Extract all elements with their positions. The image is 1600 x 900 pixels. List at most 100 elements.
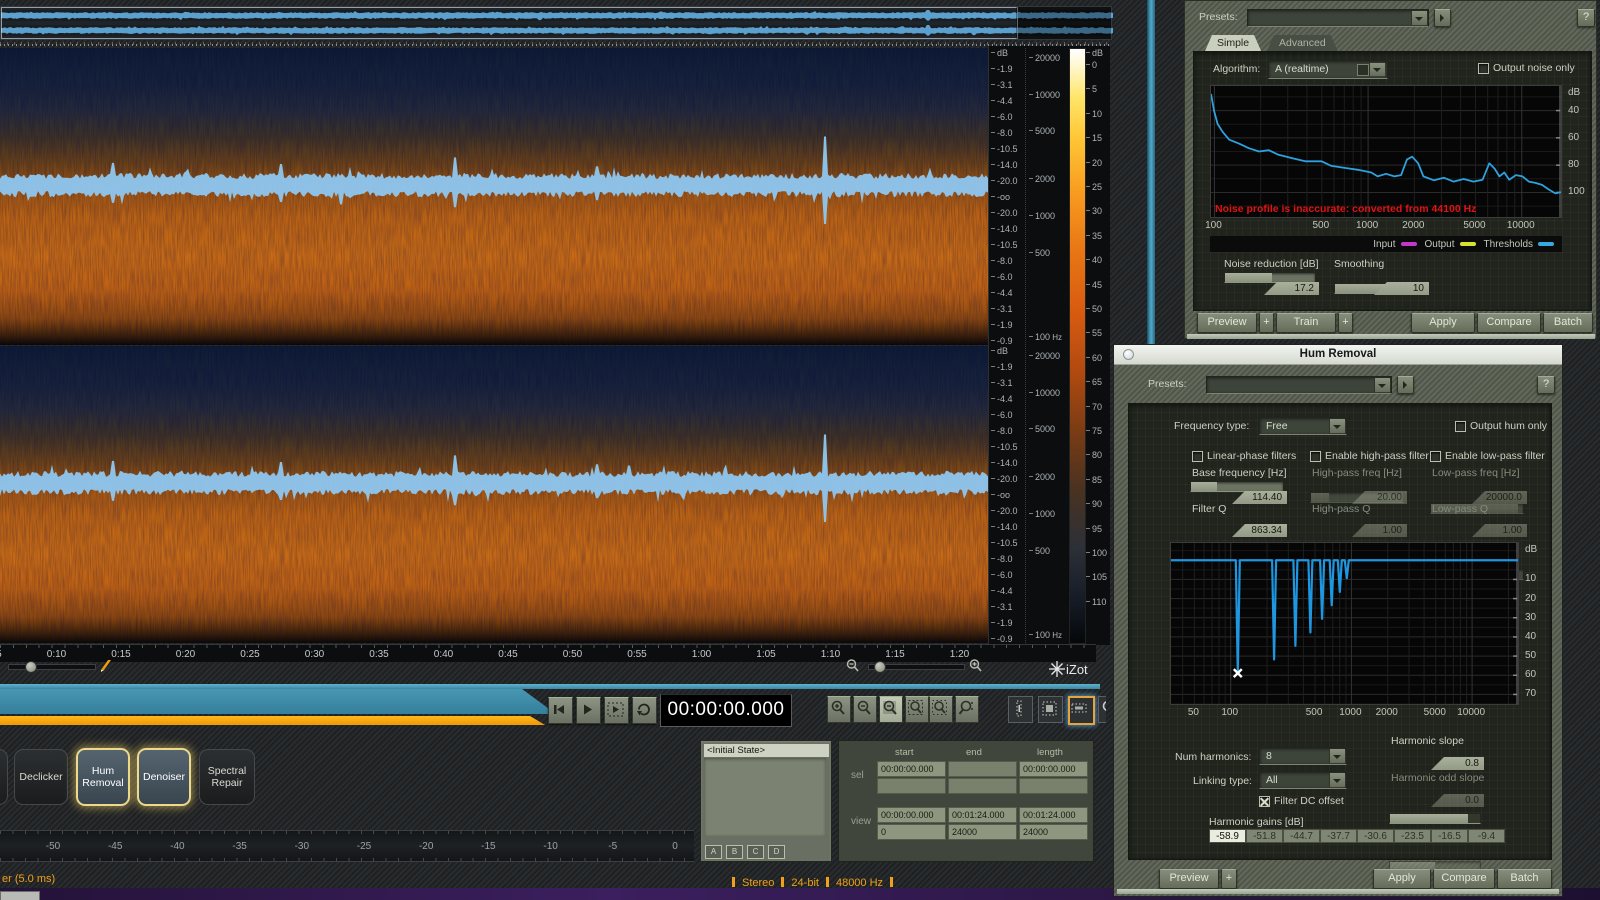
zoom-selection-button[interactable]	[905, 696, 929, 723]
output-noise-only-checkbox-row[interactable]: Output noise only	[1478, 62, 1575, 74]
hum-help-button[interactable]: ?	[1537, 376, 1555, 394]
zoom-out-icon[interactable]	[845, 658, 861, 674]
denoiser-preview-plus-button[interactable]: +	[1259, 313, 1274, 333]
wave-vzoom-slider[interactable]	[8, 664, 96, 670]
module-spectral-repair[interactable]: Spectral Repair	[199, 749, 255, 805]
zoom-in-icon[interactable]	[968, 658, 984, 674]
output-hum-only-checkbox[interactable]	[1455, 421, 1466, 432]
selection-table-cell[interactable]: 00:00:00.000	[877, 761, 946, 777]
overview-strip[interactable]	[0, 6, 1112, 40]
denoiser-train-button[interactable]: Train	[1276, 313, 1336, 333]
denoiser-help-button[interactable]: ?	[1577, 9, 1595, 27]
play-button[interactable]	[576, 697, 601, 724]
hum-apply-button[interactable]: Apply	[1373, 869, 1431, 889]
denoiser-apply-button[interactable]: Apply	[1411, 313, 1475, 333]
linear-phase-checkbox[interactable]	[1192, 451, 1203, 462]
zoom-in-time-button[interactable]	[827, 696, 851, 723]
base-frequency-value[interactable]: 114.40	[1232, 491, 1287, 504]
play-selection-button[interactable]	[604, 697, 629, 724]
selection-table-cell[interactable]	[1019, 778, 1088, 794]
num-harmonics-arrow-icon[interactable]	[1329, 749, 1345, 763]
denoiser-presets-dropdown[interactable]	[1247, 9, 1429, 27]
hum-presets-menu-button[interactable]	[1397, 376, 1414, 394]
num-harmonics-dropdown[interactable]: 8	[1259, 747, 1347, 765]
history-slot-d[interactable]: D	[768, 845, 785, 859]
linking-type-dropdown[interactable]: All	[1259, 771, 1347, 789]
selection-table-cell[interactable]: 00:01:24.000	[1019, 807, 1088, 823]
select-time-frequency-mode-button[interactable]	[1038, 696, 1063, 723]
go-to-start-button[interactable]	[548, 697, 573, 724]
spectrogram-channel-left[interactable]	[0, 48, 990, 345]
selection-table-cell[interactable]	[877, 778, 946, 794]
output-noise-only-checkbox[interactable]	[1478, 63, 1489, 74]
harmonic-gain-cell[interactable]: -9.4	[1468, 829, 1505, 843]
hum-presets-dropdown[interactable]	[1206, 376, 1392, 394]
module-denoiser[interactable]: Denoiser	[137, 748, 191, 806]
history-slot-c[interactable]: C	[747, 845, 764, 859]
history-slot-a[interactable]: A	[705, 845, 722, 859]
harmonic-gain-cell[interactable]: -16.5	[1431, 829, 1468, 843]
pencil-icon[interactable]	[98, 658, 114, 672]
spectrogram-channel-right[interactable]	[0, 346, 990, 643]
hum-title-bar[interactable]: Hum Removal	[1114, 345, 1562, 365]
denoiser-tab-simple[interactable]: Simple	[1205, 35, 1261, 51]
harmonic-slope-value[interactable]: 0.8	[1431, 757, 1484, 770]
selection-table-cell[interactable]: 24000	[1019, 824, 1088, 840]
history-list[interactable]	[704, 758, 826, 836]
vzoom-knob[interactable]	[25, 661, 37, 673]
high-pass-q-value[interactable]: 1.00	[1352, 524, 1407, 537]
select-frequency-mode-button[interactable]	[1068, 696, 1095, 725]
hum-batch-button[interactable]: Batch	[1497, 869, 1552, 889]
selection-table-cell[interactable]: 00:00:00.000	[877, 807, 946, 823]
loop-playback-button[interactable]	[632, 697, 657, 724]
selection-table-cell[interactable]	[948, 761, 1017, 777]
timecode-display[interactable]: 00:00:00.000	[660, 694, 792, 727]
enable-high-pass-row[interactable]: Enable high-pass filter	[1310, 450, 1429, 462]
overview-selection[interactable]	[1, 7, 1018, 39]
hum-preview-button[interactable]: Preview	[1159, 869, 1219, 889]
zoom-custom-button[interactable]	[955, 696, 979, 723]
hzoom-slider[interactable]	[868, 664, 965, 670]
linking-type-arrow-icon[interactable]	[1329, 773, 1345, 787]
hum-presets-dropdown-arrow-icon[interactable]	[1374, 378, 1390, 392]
filter-dc-offset-checkbox[interactable]	[1259, 796, 1270, 807]
noise-reduction-value[interactable]: 17.2	[1264, 282, 1319, 295]
enable-low-pass-row[interactable]: Enable low-pass filter	[1430, 450, 1545, 462]
selection-table-cell[interactable]	[948, 778, 1017, 794]
enable-high-pass-checkbox[interactable]	[1310, 451, 1321, 462]
harmonic-gain-cell[interactable]: -44.7	[1283, 829, 1320, 843]
harmonic-gain-cell[interactable]: -58.9	[1209, 829, 1246, 843]
hum-preview-plus-button[interactable]: +	[1221, 869, 1237, 889]
filter-dc-offset-row[interactable]: Filter DC offset	[1259, 795, 1344, 807]
selection-table-cell[interactable]: 00:01:24.000	[948, 807, 1017, 823]
history-slot-b[interactable]: B	[726, 845, 743, 859]
hum-filter-graph[interactable]	[1170, 542, 1519, 705]
noise-profile-graph[interactable]: Noise profile is inaccurate: converted f…	[1210, 85, 1562, 218]
selection-table-cell[interactable]: 24000	[948, 824, 1017, 840]
linear-phase-row[interactable]: Linear-phase filters	[1192, 450, 1296, 462]
history-item-selected[interactable]: <Initial State>	[704, 744, 829, 757]
harmonic-gain-cell[interactable]: -23.5	[1394, 829, 1431, 843]
selection-table-cell[interactable]: 0	[877, 824, 946, 840]
algorithm-dropdown-arrow-icon[interactable]	[1369, 63, 1385, 76]
zoom-out-time-button[interactable]	[853, 696, 877, 723]
denoiser-preview-button[interactable]: Preview	[1197, 313, 1257, 333]
frequency-type-dropdown[interactable]: Free	[1259, 417, 1347, 435]
module-button-cut[interactable]	[0, 749, 8, 805]
zoom-fit-button[interactable]	[879, 696, 903, 723]
output-hum-only-row[interactable]: Output hum only	[1455, 420, 1547, 432]
presets-dropdown-arrow-icon[interactable]	[1411, 11, 1427, 25]
magnify-tool-button[interactable]	[1098, 696, 1106, 723]
frequency-type-arrow-icon[interactable]	[1329, 419, 1345, 433]
algorithm-dropdown[interactable]: A (realtime)	[1268, 60, 1388, 79]
low-pass-q-value[interactable]: 1.00	[1472, 524, 1527, 537]
time-ruler[interactable]: 0:050:100:150:200:250:300:350:400:450:50…	[0, 644, 1096, 662]
harmonic-odd-slope-value[interactable]: 0.0	[1431, 794, 1484, 807]
harmonic-gain-cell[interactable]: -30.6	[1357, 829, 1394, 843]
denoiser-batch-button[interactable]: Batch	[1543, 313, 1593, 333]
hzoom-knob[interactable]	[874, 661, 886, 673]
module-declicker[interactable]: Declicker	[14, 749, 68, 805]
hum-compare-button[interactable]: Compare	[1433, 869, 1495, 889]
module-hum-removal[interactable]: Hum Removal	[76, 748, 130, 806]
harmonic-slope-slider[interactable]	[1389, 813, 1481, 824]
